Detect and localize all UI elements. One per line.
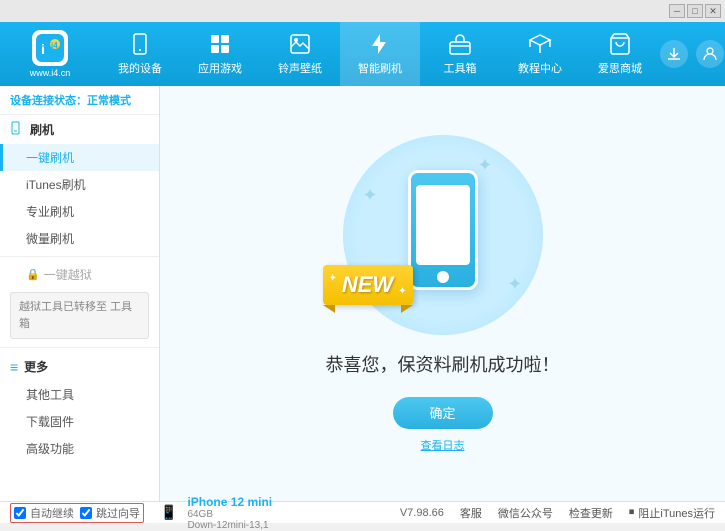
download-button[interactable] xyxy=(660,40,688,68)
shop-icon xyxy=(608,32,632,56)
auto-jump-checkbox[interactable] xyxy=(14,507,26,519)
status-label: 设备连接状态： xyxy=(10,95,87,107)
skip-wizard-checkbox[interactable] xyxy=(80,507,92,519)
success-illustration: ✦ ✦ ✦ ✦ NEW ✦ xyxy=(343,135,543,335)
logo-subtitle: www.i4.cn xyxy=(30,68,71,78)
checkbox-highlight-box: 自动继续 跳过向导 xyxy=(10,503,144,523)
check-update-link[interactable]: 检查更新 xyxy=(569,505,613,521)
device-info-area: 📱 iPhone 12 mini 64GB Down-12mini-13,1 xyxy=(160,495,272,531)
log-link[interactable]: 查看日志 xyxy=(421,437,465,453)
header: i i4 www.i4.cn 我的设备 应用游戏 铃声壁纸 xyxy=(0,22,725,86)
ribbon-star-left: ✦ xyxy=(329,273,337,284)
nav-shop-label: 爱思商城 xyxy=(598,60,642,76)
success-message: 恭喜您，保资料刷机成功啦！ xyxy=(326,351,560,377)
phone-home-button xyxy=(437,271,449,283)
tutorial-icon xyxy=(528,32,552,56)
stop-itunes-label: 阻止iTunes运行 xyxy=(638,505,715,521)
main-area: 设备连接状态：正常模式 刷机 一键刷机 iTunes刷机 专业刷机 微量刷机 🔒… xyxy=(0,86,725,501)
auto-jump-label: 自动继续 xyxy=(30,505,74,521)
titlebar: ─ □ ✕ xyxy=(0,0,725,22)
device-info: iPhone 12 mini 64GB Down-12mini-13,1 xyxy=(187,495,272,531)
smart-flash-icon xyxy=(368,32,392,56)
logo-icon: i i4 xyxy=(32,30,68,66)
sidebar-item-advanced[interactable]: 高级功能 xyxy=(0,435,159,462)
customer-service-link[interactable]: 客服 xyxy=(460,505,482,521)
nav-wallpaper[interactable]: 铃声壁纸 xyxy=(260,22,340,86)
flash-section-icon xyxy=(10,121,24,138)
status-value: 正常模式 xyxy=(87,95,131,107)
sidebar-item-save-flash[interactable]: 微量刷机 xyxy=(0,225,159,252)
more-section-icon: ≡ xyxy=(10,359,18,375)
sparkle-top-right: ✦ xyxy=(477,155,492,176)
ribbon-body: ✦ NEW ✦ xyxy=(323,265,413,305)
close-button[interactable]: ✕ xyxy=(705,4,721,18)
user-button[interactable] xyxy=(696,40,724,68)
sidebar-item-itunes-flash[interactable]: iTunes刷机 xyxy=(0,171,159,198)
wallpaper-icon xyxy=(288,32,312,56)
svg-text:i: i xyxy=(41,41,45,57)
phone-small-icon: 📱 xyxy=(160,504,177,521)
nav-bar: 我的设备 应用游戏 铃声壁纸 智能刷机 工具箱 xyxy=(100,22,660,86)
sidebar-item-download-fw[interactable]: 下载固件 xyxy=(0,408,159,435)
skip-wizard-checkbox-group: 跳过向导 xyxy=(80,505,140,521)
nav-tutorial[interactable]: 教程中心 xyxy=(500,22,580,86)
version-label: V7.98.66 xyxy=(400,507,444,519)
nav-smart-flash[interactable]: 智能刷机 xyxy=(340,22,420,86)
my-device-icon xyxy=(128,32,152,56)
device-model: Down-12mini-13,1 xyxy=(187,520,272,531)
auto-jump-checkbox-group: 自动继续 xyxy=(14,505,74,521)
toolbox-icon xyxy=(448,32,472,56)
flash-section-header[interactable]: 刷机 xyxy=(0,115,159,144)
device-name: iPhone 12 mini xyxy=(187,495,272,509)
sidebar: 设备连接状态：正常模式 刷机 一键刷机 iTunes刷机 专业刷机 微量刷机 🔒… xyxy=(0,86,160,501)
sidebar-grayed-jailbreak: 🔒 一键越狱 xyxy=(0,261,159,288)
maximize-button[interactable]: □ xyxy=(687,4,703,18)
content-area: ✦ ✦ ✦ ✦ NEW ✦ 恭喜您，保资料刷机成功啦！ 确定 查看日志 xyxy=(160,86,725,501)
bottom-bar: 自动继续 跳过向导 📱 iPhone 12 mini 64GB Down-12m… xyxy=(0,501,725,523)
nav-my-device-label: 我的设备 xyxy=(118,60,162,76)
sidebar-item-pro-flash[interactable]: 专业刷机 xyxy=(0,198,159,225)
ribbon-star-right: ✦ xyxy=(398,286,406,297)
nav-my-device[interactable]: 我的设备 xyxy=(100,22,180,86)
device-storage: 64GB xyxy=(187,509,272,520)
sparkle-bottom-right: ✦ xyxy=(507,274,522,295)
lock-icon: 🔒 xyxy=(26,268,40,281)
wechat-public-link[interactable]: 微信公众号 xyxy=(498,505,553,521)
nav-apps[interactable]: 应用游戏 xyxy=(180,22,260,86)
new-ribbon: ✦ NEW ✦ xyxy=(323,265,433,315)
minimize-button[interactable]: ─ xyxy=(669,4,685,18)
nav-apps-label: 应用游戏 xyxy=(198,60,242,76)
sidebar-item-other-tools[interactable]: 其他工具 xyxy=(0,381,159,408)
more-section-label: 更多 xyxy=(24,358,48,375)
nav-right-buttons xyxy=(660,40,725,68)
flash-section-label: 刷机 xyxy=(30,121,54,138)
ribbon-text: NEW xyxy=(342,272,393,298)
sidebar-divider-2 xyxy=(0,347,159,348)
apps-icon xyxy=(208,32,232,56)
nav-tutorial-label: 教程中心 xyxy=(518,60,562,76)
bottom-left: 自动继续 跳过向导 📱 iPhone 12 mini 64GB Down-12m… xyxy=(10,495,400,531)
sidebar-item-one-click-flash[interactable]: 一键刷机 xyxy=(0,144,159,171)
logo-area: i i4 www.i4.cn xyxy=(0,30,100,78)
stop-itunes-icon: ⏹ xyxy=(629,506,635,519)
confirm-button[interactable]: 确定 xyxy=(393,397,493,429)
skip-wizard-label: 跳过向导 xyxy=(96,505,140,521)
sidebar-divider-1 xyxy=(0,256,159,257)
nav-smart-flash-label: 智能刷机 xyxy=(358,60,402,76)
connection-status: 设备连接状态：正常模式 xyxy=(0,86,159,115)
nav-shop[interactable]: 爱思商城 xyxy=(580,22,660,86)
svg-text:i4: i4 xyxy=(51,41,58,50)
nav-wallpaper-label: 铃声壁纸 xyxy=(278,60,322,76)
phone-screen xyxy=(416,185,470,265)
more-section-header[interactable]: ≡ 更多 xyxy=(0,352,159,381)
jailbreak-notice: 越狱工具已转移至 工具箱 xyxy=(10,292,149,339)
nav-toolbox[interactable]: 工具箱 xyxy=(420,22,500,86)
sparkle-top-left: ✦ xyxy=(363,185,378,206)
nav-toolbox-label: 工具箱 xyxy=(444,60,477,76)
bottom-right: V7.98.66 客服 微信公众号 检查更新 ⏹ 阻止iTunes运行 xyxy=(400,505,715,521)
grayed-item-label: 一键越狱 xyxy=(44,266,92,283)
stop-itunes-button[interactable]: ⏹ 阻止iTunes运行 xyxy=(629,505,715,521)
